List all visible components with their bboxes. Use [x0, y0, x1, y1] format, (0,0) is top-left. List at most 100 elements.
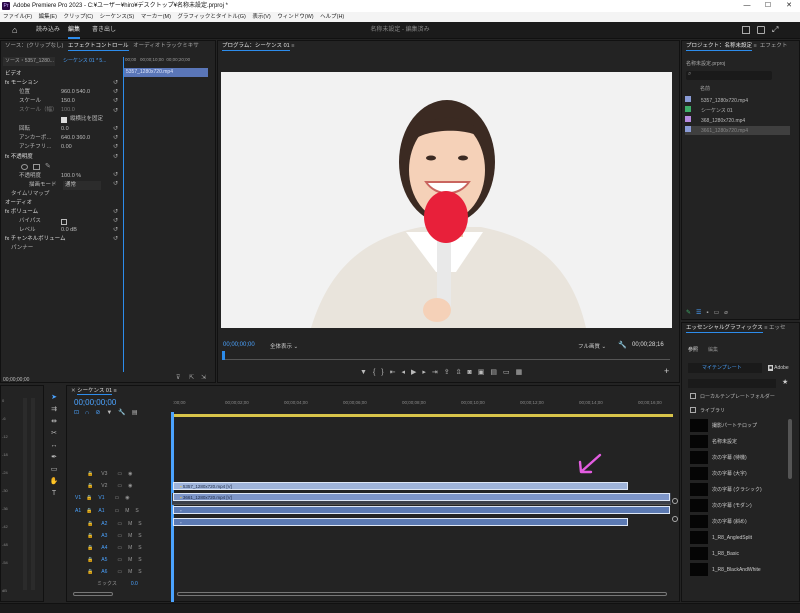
uniform-scale-checkbox[interactable]: [61, 117, 67, 123]
track-header-a6[interactable]: 🔒 A6 ▭ M S: [67, 567, 171, 577]
bypass-checkbox[interactable]: [61, 219, 67, 225]
header-zoom-scrollbar[interactable]: [73, 592, 113, 596]
tab-essential-sound[interactable]: エッセ: [769, 325, 786, 331]
work-area-bar[interactable]: [173, 414, 673, 417]
template-item[interactable]: 次の字幕 (斜め): [690, 515, 782, 529]
menu-edit[interactable]: 編集(E): [39, 14, 57, 20]
track-header-a1[interactable]: A1 🔒 A1 ▭ M S: [67, 506, 171, 516]
program-monitor-title[interactable]: プログラム：シーケンス 01: [222, 43, 290, 51]
slip-tool-icon[interactable]: ↔: [48, 441, 60, 451]
clip-settings-icon[interactable]: ⇲: [201, 374, 206, 381]
timeline-vscroll[interactable]: [671, 416, 679, 596]
panner-label[interactable]: パンナー: [11, 244, 33, 253]
captions-icon[interactable]: ▤: [132, 410, 144, 416]
motion-label[interactable]: fx モーション: [5, 79, 38, 88]
channel-volume-label[interactable]: fx チャンネルボリューム: [5, 235, 65, 244]
tab-export[interactable]: 書き出し: [92, 22, 116, 39]
program-playhead[interactable]: [222, 351, 225, 360]
quality-select[interactable]: フル画質 ⌄: [578, 342, 606, 350]
track-select-tool-icon[interactable]: ⇉: [48, 405, 60, 415]
pencil-icon[interactable]: ✎: [686, 310, 696, 316]
track-header-a3[interactable]: 🔒 A3 ▭ M S: [67, 531, 171, 541]
opacity-value[interactable]: 100.0 %: [61, 172, 81, 181]
clip-v2[interactable]: ▪ 5357_1280x720.mp4 [V]: [173, 482, 628, 490]
ellipse-mask-icon[interactable]: [21, 164, 28, 170]
close-button[interactable]: ✕: [779, 0, 799, 12]
track-header-a2[interactable]: 🔒 A2 ▭ M S: [67, 519, 171, 529]
rotation-value[interactable]: 0.0: [61, 125, 69, 134]
program-video-frame[interactable]: [221, 72, 672, 328]
compare-icon[interactable]: ▣: [478, 369, 491, 376]
add-marker-icon[interactable]: ▼: [106, 410, 118, 416]
go-to-in-icon[interactable]: ⇤: [390, 369, 402, 376]
track-header-mix[interactable]: ミックス 0.0: [67, 579, 171, 589]
tab-audio-mixer[interactable]: オーディオトラックミキサ: [133, 43, 199, 49]
tab-project[interactable]: プロジェクト：名称未設定: [686, 43, 753, 51]
rect-mask-icon[interactable]: [33, 164, 40, 170]
timeline-settings-icon[interactable]: 🔧: [118, 410, 131, 416]
linked-selection-icon[interactable]: ⊘: [95, 410, 106, 416]
name-column-header[interactable]: 名前: [700, 85, 710, 92]
project-item-selected[interactable]: 3661_1280x720.mp4: [685, 126, 790, 135]
menu-help[interactable]: ヘルプ(H): [320, 14, 344, 20]
adobe-stock-button[interactable]: ■ Adobe: [768, 363, 798, 373]
template-item[interactable]: 1_R8_AngledSplit: [690, 531, 782, 545]
graphics-search-input[interactable]: [688, 379, 776, 388]
freeform-view-icon[interactable]: ▭: [714, 310, 725, 316]
time-remap-label[interactable]: タイムリマップ: [11, 190, 49, 199]
clip-a2[interactable]: ▫: [173, 518, 628, 526]
essential-graphics-title[interactable]: エッセンシャルグラフィックス: [686, 325, 763, 333]
list-view-icon[interactable]: ☰: [696, 310, 706, 316]
tab-source[interactable]: ソース：(クリップなし): [5, 43, 63, 49]
timeline-tab[interactable]: シーケンス 01: [77, 388, 113, 395]
menu-view[interactable]: 表示(V): [252, 14, 270, 20]
share-icon[interactable]: [742, 26, 750, 34]
tab-effects[interactable]: エフェクト: [760, 43, 788, 49]
export-frame-icon[interactable]: ⇱: [189, 374, 194, 381]
menu-sequence[interactable]: シーケンス(S): [100, 14, 135, 20]
clip-a1[interactable]: ▫: [173, 506, 670, 514]
library-checkbox[interactable]: [690, 407, 696, 413]
project-item[interactable]: 368_1280x720.mp4: [685, 116, 790, 125]
insert-sequence-icon[interactable]: ⊡: [74, 410, 85, 416]
menu-window[interactable]: ウィンドウ(W): [277, 14, 313, 20]
zoom-slider[interactable]: ⌀: [724, 310, 733, 316]
minimize-button[interactable]: —: [737, 0, 757, 12]
blend-mode-select[interactable]: 通常: [63, 181, 101, 190]
tab-import[interactable]: 読み込み: [36, 22, 60, 39]
track-header-v2[interactable]: 🔒 V2 ▭ ◉: [67, 481, 171, 491]
template-item[interactable]: 1_R8_BlackAndWhite: [690, 563, 782, 577]
ripple-edit-tool-icon[interactable]: ⇹: [48, 417, 60, 427]
edit-tab[interactable]: 編集: [708, 346, 718, 353]
browse-tab[interactable]: 参照: [688, 346, 698, 353]
menu-file[interactable]: ファイル(F): [3, 14, 32, 20]
program-scrubber[interactable]: [222, 351, 670, 360]
track-header-a5[interactable]: 🔒 A5 ▭ M S: [67, 555, 171, 565]
button-editor-icon[interactable]: +: [664, 366, 669, 376]
template-item[interactable]: 1_R8_Basic: [690, 547, 782, 561]
icon-view-icon[interactable]: ▪: [706, 310, 713, 316]
scale-value[interactable]: 150.0: [61, 97, 75, 106]
clip-v1[interactable]: ▪ 3661_1280x720.mp4 [V]: [173, 493, 670, 501]
template-item[interactable]: 名称未設定: [690, 435, 782, 449]
template-item[interactable]: 次の字幕 (待機): [690, 451, 782, 465]
volume-section-label[interactable]: fx ボリューム: [5, 208, 38, 217]
zoom-select[interactable]: 全体表示 ⌄: [270, 342, 298, 350]
close-sequence-icon[interactable]: ✕: [71, 388, 76, 394]
template-item[interactable]: 次の字幕 (モダン): [690, 499, 782, 513]
source-selector[interactable]: ソース・5357_1280...: [3, 57, 55, 66]
maximize-button[interactable]: ☐: [758, 0, 778, 12]
ec-footer-timecode[interactable]: 00;00;00;00: [3, 377, 29, 383]
track-header-v1[interactable]: V1 🔒 V1 ▭ ◉: [67, 493, 171, 503]
template-scrollbar[interactable]: [788, 419, 792, 479]
track-header-v3[interactable]: 🔒 V3 ▭ ◉: [67, 469, 171, 479]
position-value[interactable]: 960.0 540.0: [61, 88, 90, 97]
pen-mask-icon[interactable]: ✎: [45, 162, 51, 170]
step-back-icon[interactable]: ◂: [402, 369, 412, 376]
mark-out-icon[interactable]: }: [381, 369, 389, 376]
level-value[interactable]: 0.0 dB: [61, 226, 77, 235]
step-forward-icon[interactable]: ▸: [422, 369, 432, 376]
project-item[interactable]: シーケンス 01: [685, 106, 790, 115]
project-search-input[interactable]: ⌕: [686, 71, 772, 80]
hand-tool-icon[interactable]: ✋: [48, 477, 60, 487]
